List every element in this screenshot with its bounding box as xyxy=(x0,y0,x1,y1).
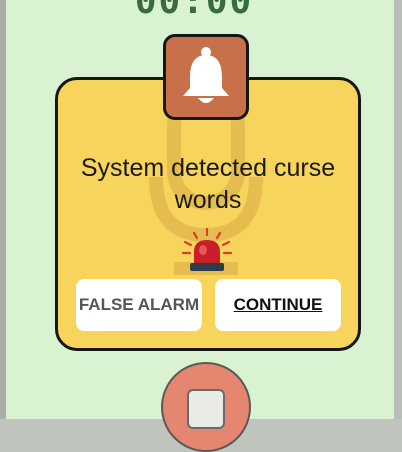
false-alarm-button[interactable]: FALSE ALARM xyxy=(76,279,202,331)
stop-icon xyxy=(187,389,225,429)
continue-button[interactable]: CONTINUE xyxy=(215,279,341,331)
device-edge-right xyxy=(394,0,402,419)
device-edge-left xyxy=(0,0,6,419)
siren-icon xyxy=(182,228,232,271)
recording-timer: 00:00 xyxy=(134,0,254,22)
bell-badge xyxy=(163,34,249,120)
bell-icon xyxy=(183,47,229,103)
alert-message: System detected curse words xyxy=(80,154,336,214)
